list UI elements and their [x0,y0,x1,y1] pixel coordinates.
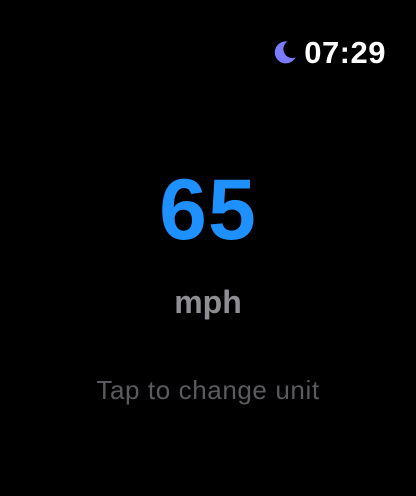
speed-unit-label: mph [174,284,242,320]
moon-icon [274,41,296,64]
change-unit-hint[interactable]: Tap to change unit [0,372,416,408]
speed-value: 65 [159,162,257,258]
speed-screen[interactable]: 07:29 65 mph Tap to change unit [0,0,416,496]
status-bar: 07:29 [272,30,386,74]
clock-time: 07:29 [304,34,386,70]
